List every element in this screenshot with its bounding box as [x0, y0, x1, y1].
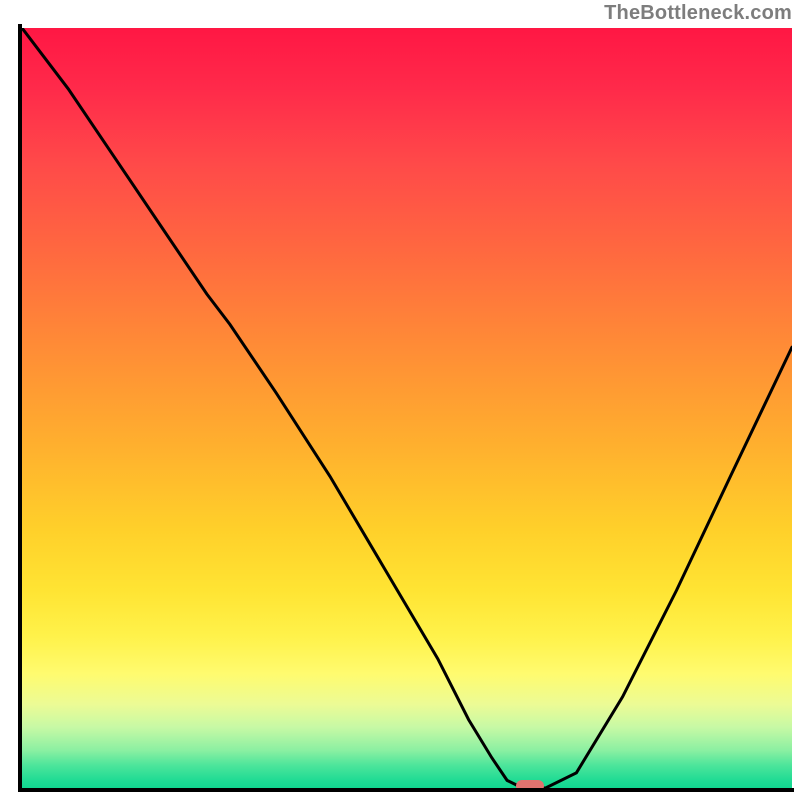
plot-area	[22, 28, 792, 788]
attribution-label: TheBottleneck.com	[604, 2, 792, 25]
x-axis	[18, 788, 794, 792]
y-axis	[18, 24, 22, 792]
bottleneck-curve	[22, 28, 792, 788]
chart-frame: TheBottleneck.com	[0, 0, 800, 800]
curve-path	[22, 28, 792, 788]
